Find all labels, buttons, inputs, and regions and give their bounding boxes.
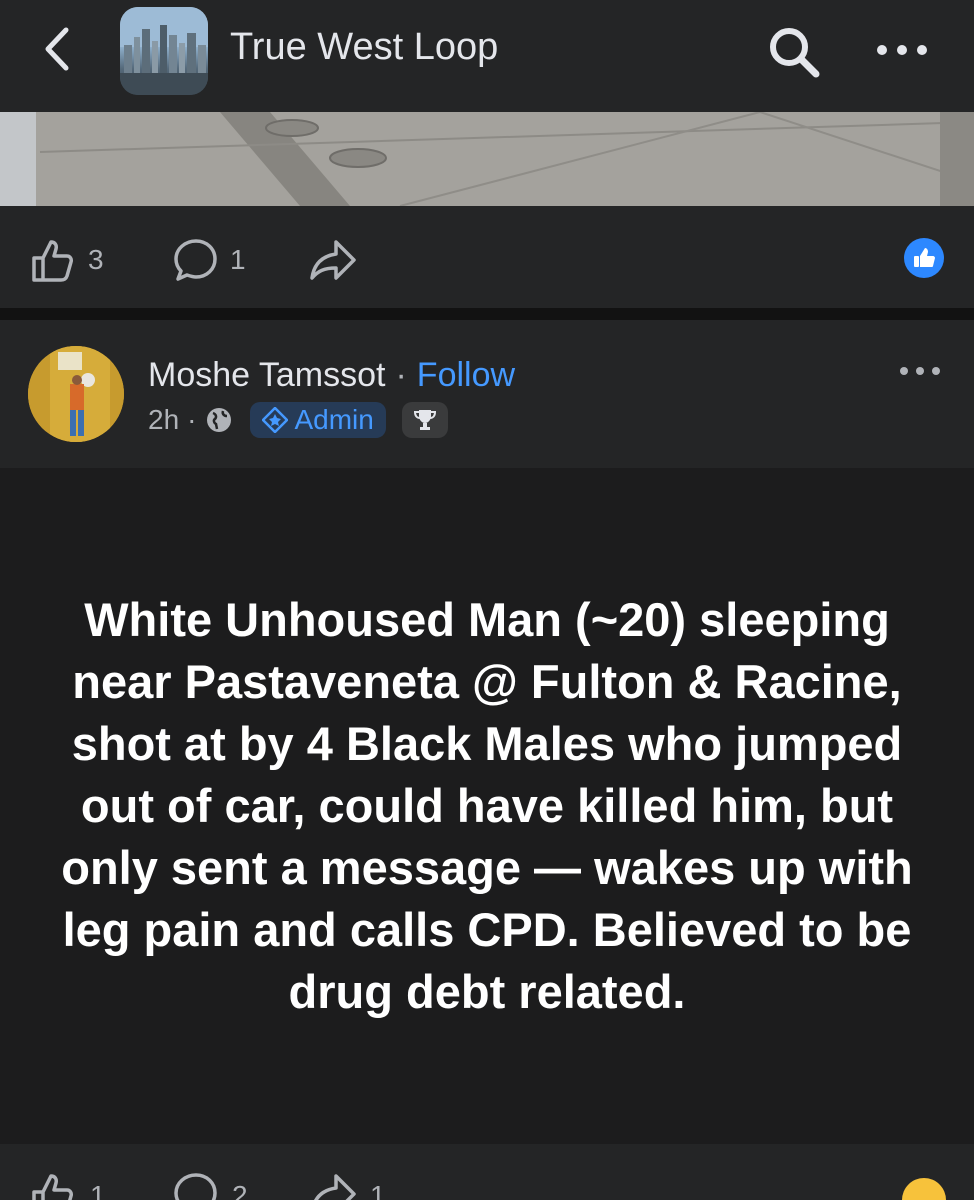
- comment-bubble-icon: [174, 1173, 217, 1200]
- post-body[interactable]: White Unhoused Man (~20) sleeping near P…: [0, 468, 974, 1144]
- avatar[interactable]: [28, 346, 124, 442]
- reaction-emoji-icon[interactable]: [902, 1178, 946, 1200]
- meta-separator: ·: [187, 404, 197, 435]
- previous-post-actions: 3 1: [0, 206, 974, 308]
- city-skyline-image: [120, 7, 208, 95]
- more-horizontal-icon: [877, 45, 927, 55]
- like-count: 1: [90, 1180, 106, 1200]
- search-icon: [770, 28, 820, 78]
- like-button[interactable]: 3: [30, 236, 104, 284]
- share-count: 1: [370, 1180, 386, 1200]
- previous-post-photo[interactable]: [0, 112, 974, 206]
- thumbs-up-icon: [32, 240, 73, 282]
- more-options-button[interactable]: [872, 32, 932, 68]
- post-meta: 2h · Admin: [148, 402, 448, 438]
- name-separator: ·: [395, 356, 407, 394]
- follow-link[interactable]: Follow: [417, 356, 515, 395]
- share-button[interactable]: [308, 236, 358, 284]
- profile-photo: [28, 346, 124, 442]
- author-name[interactable]: Moshe Tamssot: [148, 356, 385, 395]
- comment-count: 1: [230, 244, 246, 275]
- feed-separator: [0, 308, 974, 320]
- chevron-left-icon: [45, 27, 69, 71]
- thumbs-up-filled-icon: [914, 248, 935, 267]
- group-cover-thumbnail[interactable]: [120, 7, 208, 95]
- post-header: Moshe Tamssot · Follow 2h · Admin: [0, 320, 974, 468]
- post-time[interactable]: 2h: [148, 404, 179, 436]
- author-line: Moshe Tamssot · Follow: [148, 356, 515, 395]
- like-count: 3: [88, 244, 104, 275]
- sidewalk-image: [0, 112, 974, 206]
- group-header: True West Loop: [0, 0, 974, 112]
- comment-count: 2: [232, 1180, 248, 1200]
- admin-badge[interactable]: Admin: [250, 402, 386, 438]
- share-arrow-icon: [314, 1174, 356, 1200]
- post-actions: 1 2 1: [0, 1144, 974, 1200]
- like-button[interactable]: 1: [30, 1170, 106, 1200]
- comment-bubble-icon: [174, 239, 217, 281]
- share-arrow-icon: [310, 240, 356, 280]
- reaction-badge[interactable]: [904, 238, 944, 278]
- comment-button[interactable]: 1: [172, 236, 246, 284]
- post-text: White Unhoused Man (~20) sleeping near P…: [61, 593, 913, 1018]
- search-button[interactable]: [766, 24, 822, 80]
- globe-icon: [207, 408, 232, 432]
- comment-button[interactable]: 2: [172, 1170, 248, 1200]
- admin-label: Admin: [294, 404, 374, 435]
- trophy-badge[interactable]: [401, 402, 448, 438]
- post-more-button[interactable]: [894, 356, 946, 386]
- thumbs-up-icon: [32, 1174, 73, 1200]
- back-button[interactable]: [34, 24, 84, 74]
- admin-shield-icon: [262, 407, 289, 433]
- more-horizontal-icon: [900, 367, 940, 375]
- share-button[interactable]: 1: [308, 1170, 386, 1200]
- trophy-icon: [413, 410, 436, 430]
- group-title[interactable]: True West Loop: [230, 26, 498, 69]
